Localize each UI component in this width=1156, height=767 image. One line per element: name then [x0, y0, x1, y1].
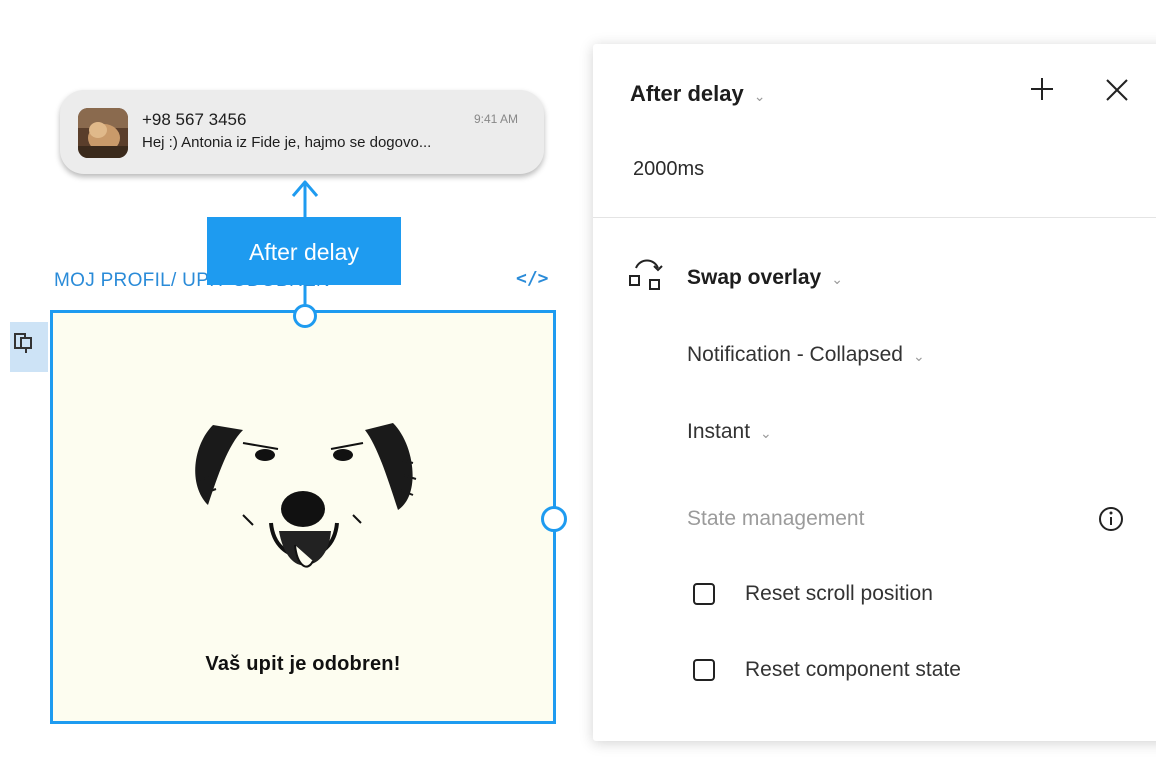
code-icon[interactable]: </> — [516, 268, 549, 289]
frame-canvas[interactable]: Vaš upit je odobren! — [50, 310, 556, 724]
frame-message: Vaš upit je odobren! — [205, 653, 401, 675]
reset-scroll-checkbox[interactable] — [693, 583, 715, 605]
dog-illustration — [195, 423, 417, 568]
reset-component-label[interactable]: Reset component state — [745, 658, 961, 682]
notification-sender: +98 567 3456 — [142, 110, 247, 129]
notification-message: Hej :) Antonia iz Fide je, hajmo se dogo… — [142, 134, 432, 151]
delay-input[interactable]: 2000ms — [633, 158, 704, 181]
destination-dropdown[interactable]: Notification - Collapsed ⌄ — [687, 343, 925, 367]
close-icon[interactable] — [1105, 78, 1129, 102]
animation-dropdown[interactable]: Instant ⌄ — [687, 420, 772, 444]
action-dropdown[interactable]: Swap overlay ⌄ — [687, 266, 843, 290]
divider — [593, 217, 1156, 218]
action-label: Swap overlay — [687, 266, 822, 289]
chevron-down-icon: ⌄ — [912, 348, 925, 364]
plus-icon[interactable] — [1029, 76, 1055, 102]
notification-preview[interactable]: +98 567 3456 9:41 AM Hej :) Antonia iz F… — [60, 90, 544, 174]
interaction-panel: After delay ⌄ 2000ms Swap overlay ⌄ Notifi… — [593, 44, 1156, 741]
chevron-down-icon: ⌄ — [831, 271, 843, 287]
chevron-down-icon: ⌄ — [760, 425, 772, 441]
trigger-dropdown[interactable]: After delay ⌄ — [630, 81, 765, 107]
notification-avatar — [78, 108, 128, 158]
trigger-label: After delay — [630, 81, 744, 106]
chevron-down-icon: ⌄ — [753, 88, 766, 104]
connection-handle-right[interactable] — [541, 506, 567, 532]
reset-scroll-label[interactable]: Reset scroll position — [745, 582, 933, 606]
reset-component-checkbox[interactable] — [693, 659, 715, 681]
swap-overlay-icon — [629, 259, 663, 290]
info-icon[interactable] — [1097, 505, 1125, 533]
connection-label[interactable]: After delay — [207, 217, 401, 285]
animation-label: Instant — [687, 420, 751, 443]
destination-label: Notification - Collapsed — [687, 343, 903, 366]
component-tab[interactable] — [10, 322, 48, 372]
notification-time: 9:41 AM — [473, 112, 518, 126]
connection-handle-top[interactable] — [293, 304, 317, 328]
component-icon — [14, 333, 32, 353]
state-management-heading: State management — [687, 507, 865, 530]
